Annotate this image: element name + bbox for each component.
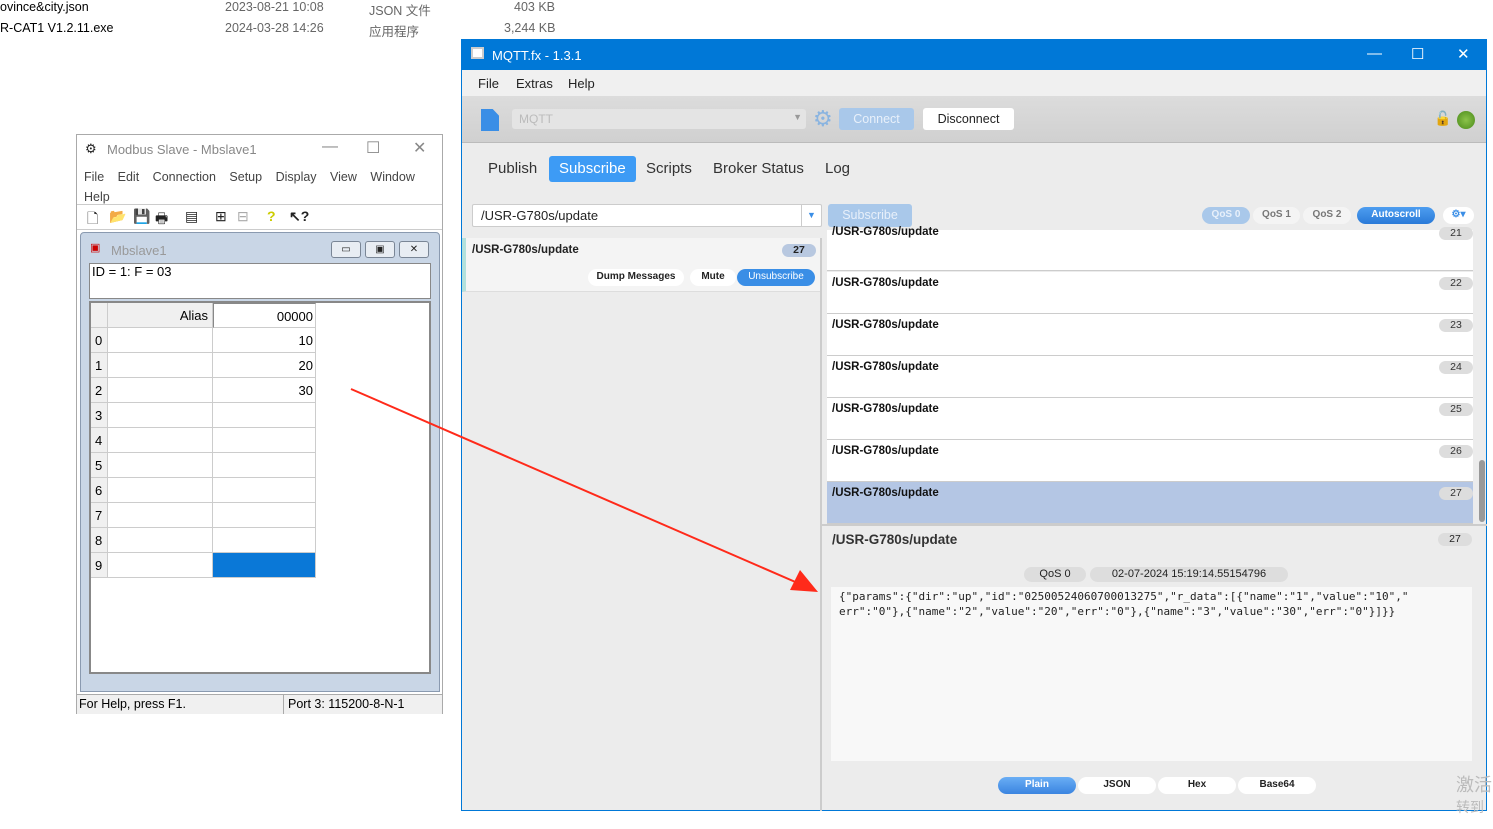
arrow-line bbox=[350, 388, 801, 585]
red-arrow-annotation bbox=[350, 388, 818, 592]
